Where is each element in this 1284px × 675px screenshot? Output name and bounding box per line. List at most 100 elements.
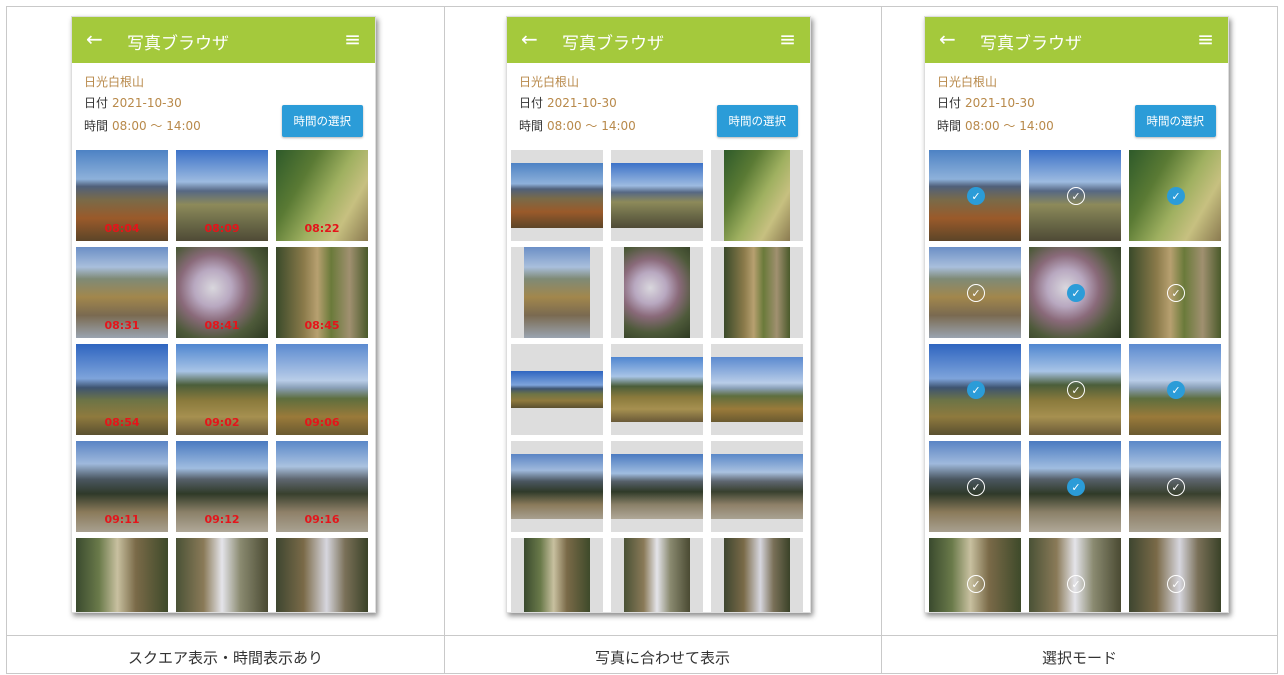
photo-tile[interactable]: 08:04	[76, 150, 168, 241]
date-row: 日付 2021-10-30	[519, 94, 617, 111]
date-label: 日付	[84, 96, 109, 110]
photo-tile[interactable]: ✓	[1129, 441, 1221, 532]
photo-time-label: 08:31	[104, 319, 140, 332]
photo-thumbnail	[711, 453, 803, 520]
date-row: 日付 2021-10-30	[84, 94, 182, 111]
photo-tile[interactable]	[611, 344, 703, 435]
photo-tile[interactable]	[711, 441, 803, 532]
photo-tile[interactable]	[711, 150, 803, 241]
photo-tile[interactable]: 08:41	[176, 247, 268, 338]
photo-thumbnail	[76, 538, 168, 612]
photo-tile[interactable]: ✓	[1029, 441, 1121, 532]
photo-thumbnail	[723, 538, 791, 612]
photo-time-label: 08:22	[304, 222, 340, 235]
photo-tile[interactable]	[176, 538, 268, 612]
checked-circle-icon[interactable]: ✓	[1167, 187, 1185, 205]
photo-tile[interactable]: ✓	[1129, 247, 1221, 338]
photo-tile[interactable]: 09:11	[76, 441, 168, 532]
menu-icon[interactable]: ≡	[1197, 27, 1214, 51]
unchecked-circle-icon[interactable]: ✓	[967, 478, 985, 496]
photo-tile[interactable]: 09:12	[176, 441, 268, 532]
photo-tile[interactable]: 08:45	[276, 247, 368, 338]
location-name: 日光白根山	[84, 75, 145, 89]
photo-tile[interactable]: ✓	[929, 247, 1021, 338]
time-value: 08:00 〜 14:00	[112, 119, 201, 133]
photo-tile[interactable]: ✓	[929, 441, 1021, 532]
photo-tile[interactable]: ✓	[1029, 538, 1121, 612]
photo-tile[interactable]: 08:22	[276, 150, 368, 241]
photo-tile[interactable]: ✓	[1029, 344, 1121, 435]
unchecked-circle-icon[interactable]: ✓	[967, 575, 985, 593]
back-arrow-icon[interactable]: ←	[939, 27, 956, 51]
photo-tile[interactable]	[511, 150, 603, 241]
time-label: 時間	[937, 119, 962, 133]
select-time-button[interactable]: 時間の選択	[716, 105, 798, 137]
photo-thumbnail	[176, 538, 268, 612]
photo-tile[interactable]: ✓	[1029, 247, 1121, 338]
photo-tile[interactable]: ✓	[1029, 150, 1121, 241]
checked-circle-icon[interactable]: ✓	[1067, 478, 1085, 496]
app-title: 写真ブラウザ	[127, 34, 229, 54]
location-name: 日光白根山	[937, 75, 998, 89]
photo-tile[interactable]	[511, 247, 603, 338]
checked-circle-icon[interactable]: ✓	[1067, 284, 1085, 302]
photo-tile[interactable]: 09:16	[276, 441, 368, 532]
photo-time-label: 09:02	[204, 416, 240, 429]
photo-tile[interactable]: 08:54	[76, 344, 168, 435]
photo-tile[interactable]	[511, 344, 603, 435]
time-value: 08:00 〜 14:00	[965, 119, 1054, 133]
photo-tile[interactable]: ✓	[929, 344, 1021, 435]
app-title: 写真ブラウザ	[980, 34, 1082, 54]
checked-circle-icon[interactable]: ✓	[967, 381, 985, 399]
photo-tile[interactable]	[511, 441, 603, 532]
photo-tile[interactable]: ✓	[1129, 538, 1221, 612]
photo-tile[interactable]	[611, 247, 703, 338]
photo-tile[interactable]: ✓	[1129, 344, 1221, 435]
menu-icon[interactable]: ≡	[779, 27, 796, 51]
photo-tile[interactable]: 09:06	[276, 344, 368, 435]
checked-circle-icon[interactable]: ✓	[1167, 381, 1185, 399]
unchecked-circle-icon[interactable]: ✓	[1067, 575, 1085, 593]
photo-tile[interactable]	[711, 538, 803, 612]
photo-thumbnail	[623, 538, 691, 612]
app-title: 写真ブラウザ	[562, 34, 664, 54]
phone-square-view: ← 写真ブラウザ ≡ 日光白根山 日付 2021-10-30 時間 08:00 〜 …	[71, 16, 376, 613]
photo-thumbnail	[276, 538, 368, 612]
unchecked-circle-icon[interactable]: ✓	[1167, 284, 1185, 302]
phone-select-mode: ← 写真ブラウザ ≡ 日光白根山 日付 2021-10-30 時間 08:00 〜 …	[924, 16, 1229, 613]
caption-select: 選択モード	[1041, 649, 1117, 667]
photo-tile[interactable]: ✓	[1129, 150, 1221, 241]
select-time-button[interactable]: 時間の選択	[1134, 105, 1216, 137]
photo-thumbnail	[511, 453, 603, 520]
photo-tile[interactable]	[511, 538, 603, 612]
photo-tile[interactable]: ✓	[929, 150, 1021, 241]
row-divider	[7, 635, 1277, 636]
photo-tile[interactable]: ✓	[929, 538, 1021, 612]
date-row: 日付 2021-10-30	[937, 94, 1035, 111]
photo-tile[interactable]	[611, 441, 703, 532]
photo-tile[interactable]	[611, 538, 703, 612]
phone-fit-view: ← 写真ブラウザ ≡ 日光白根山 日付 2021-10-30 時間 08:00 〜 …	[506, 16, 811, 613]
photo-tile[interactable]: 08:31	[76, 247, 168, 338]
photo-tile[interactable]	[711, 344, 803, 435]
photo-time-label: 08:04	[104, 222, 140, 235]
photo-tile[interactable]: 09:02	[176, 344, 268, 435]
photo-tile[interactable]	[711, 247, 803, 338]
photo-tile[interactable]	[76, 538, 168, 612]
photo-thumbnail	[511, 371, 603, 408]
unchecked-circle-icon[interactable]: ✓	[1067, 381, 1085, 399]
photo-tile[interactable]	[611, 150, 703, 241]
select-time-button[interactable]: 時間の選択	[281, 105, 363, 137]
photo-tile[interactable]	[276, 538, 368, 612]
back-arrow-icon[interactable]: ←	[86, 27, 103, 51]
unchecked-circle-icon[interactable]: ✓	[1167, 478, 1185, 496]
photo-thumbnail	[611, 453, 703, 520]
unchecked-circle-icon[interactable]: ✓	[1167, 575, 1185, 593]
checked-circle-icon[interactable]: ✓	[967, 187, 985, 205]
photo-tile[interactable]: 08:09	[176, 150, 268, 241]
menu-icon[interactable]: ≡	[344, 27, 361, 51]
info-panel: 日光白根山 日付 2021-10-30 時間 08:00 〜 14:00 時間の選択	[925, 63, 1228, 137]
back-arrow-icon[interactable]: ←	[521, 27, 538, 51]
unchecked-circle-icon[interactable]: ✓	[1067, 187, 1085, 205]
unchecked-circle-icon[interactable]: ✓	[967, 284, 985, 302]
